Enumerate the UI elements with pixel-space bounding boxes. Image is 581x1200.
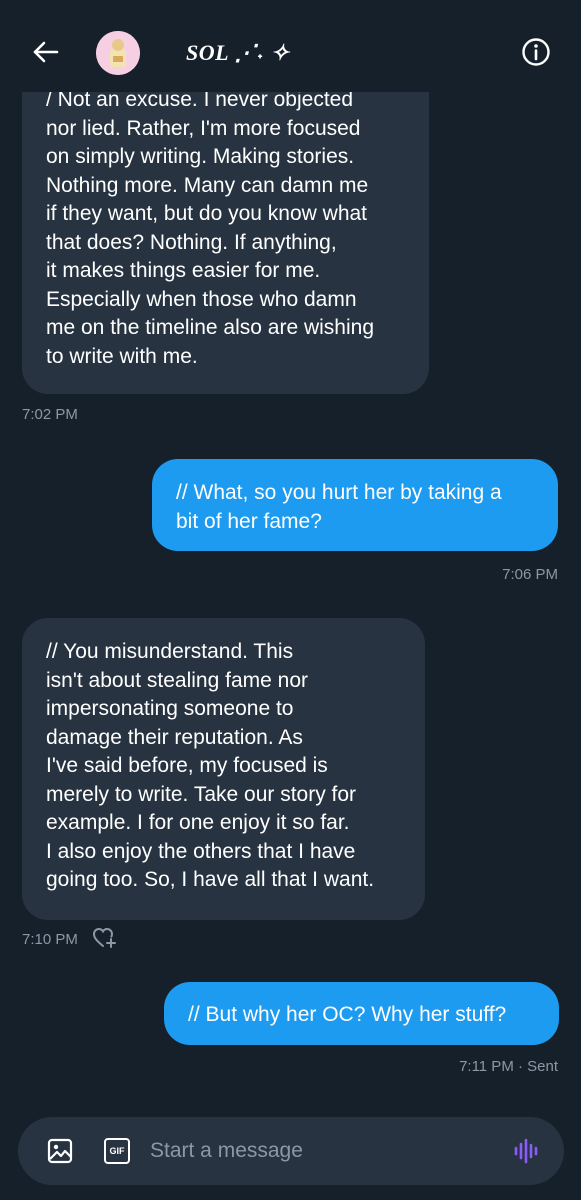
info-circle-icon[interactable] (520, 36, 552, 68)
message-timestamp: 7:02 PM (22, 406, 78, 423)
message-bubble-outgoing[interactable]: // But why her OC? Why her stuff? (164, 982, 559, 1045)
message-composer: GIF Start a message (18, 1117, 564, 1185)
message-timestamp: 7:06 PM (502, 566, 558, 583)
gif-icon[interactable]: GIF (104, 1138, 130, 1164)
message-text: // But why her OC? Why her stuff? (188, 1003, 507, 1026)
message-bubble-outgoing[interactable]: // What, so you hurt her by taking a bit… (152, 459, 558, 551)
message-status: 7:11 PM · Sent (459, 1058, 558, 1075)
conversation-header: SOL ⋰˖ ✧ (0, 0, 581, 92)
message-timestamp: 7:10 PM (22, 931, 78, 948)
arrow-left-icon[interactable] (30, 36, 62, 68)
message-input[interactable]: Start a message (150, 1139, 303, 1163)
message-text: // What, so you hurt her by taking a bit… (176, 481, 502, 533)
message-bubble-incoming[interactable]: / Not an excuse. I never objected nor li… (22, 40, 429, 394)
gif-label: GIF (109, 1146, 125, 1156)
image-icon[interactable] (46, 1137, 74, 1165)
voice-waveform-icon[interactable] (512, 1137, 540, 1165)
heart-plus-icon[interactable] (92, 926, 118, 950)
avatar[interactable] (96, 31, 140, 75)
message-text: / Not an excuse. I never objected nor li… (46, 88, 375, 368)
message-text: // You misunderstand. This isn't about s… (46, 640, 375, 891)
conversation-title[interactable]: SOL ⋰˖ ✧ (186, 40, 290, 66)
message-bubble-incoming[interactable]: // You misunderstand. This isn't about s… (22, 618, 425, 920)
